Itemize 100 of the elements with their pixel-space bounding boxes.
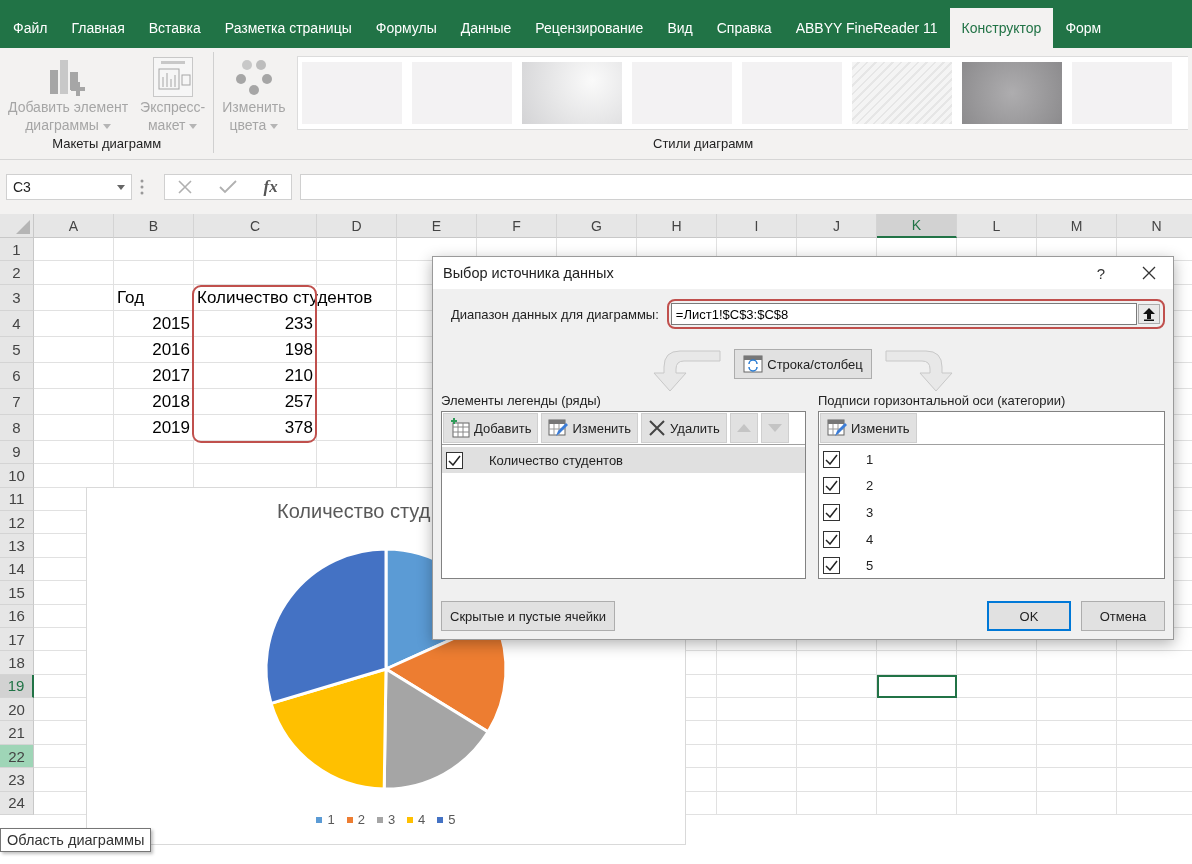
- ribbon-tab[interactable]: ABBYY FineReader 11: [783, 8, 950, 48]
- row-header[interactable]: 1: [0, 238, 34, 262]
- checkbox[interactable]: [822, 530, 840, 548]
- cancel-icon[interactable]: [178, 180, 193, 194]
- column-header[interactable]: K: [877, 214, 957, 238]
- layout-icon: [152, 57, 193, 97]
- row-header[interactable]: 14: [0, 557, 34, 582]
- palette-icon: [234, 59, 273, 95]
- toolbar-button[interactable]: Изменить: [541, 413, 639, 443]
- row-header[interactable]: 4: [0, 310, 34, 337]
- checkbox[interactable]: [822, 557, 840, 575]
- help-button[interactable]: ?: [1077, 257, 1125, 289]
- column-header[interactable]: I: [717, 214, 797, 238]
- row-header[interactable]: 6: [0, 362, 34, 389]
- row-header[interactable]: 22: [0, 744, 34, 769]
- column-header[interactable]: L: [957, 214, 1037, 238]
- swap-icon: [743, 355, 764, 373]
- legend-item: 5: [437, 812, 456, 827]
- list-item[interactable]: Количество студентов: [442, 447, 805, 473]
- style-thumbnail[interactable]: [522, 62, 623, 124]
- ribbon-tab[interactable]: Справка: [704, 8, 784, 48]
- grip-icon: [140, 179, 144, 195]
- toolbar-button[interactable]: Добавить: [443, 413, 539, 443]
- group-label: Стили диаграмм: [652, 136, 755, 153]
- row-header[interactable]: 9: [0, 440, 34, 465]
- ribbon-tab[interactable]: Вставка: [136, 8, 213, 48]
- list-item[interactable]: 2: [818, 473, 1164, 499]
- caret-icon: [102, 123, 111, 129]
- column-header[interactable]: G: [557, 214, 637, 238]
- tooltip: Область диаграммы: [0, 828, 152, 852]
- ribbon-tab[interactable]: Файл: [1, 8, 60, 48]
- checkbox[interactable]: [446, 451, 463, 469]
- row-header[interactable]: 20: [0, 698, 34, 722]
- ok-button[interactable]: OK: [987, 601, 1071, 631]
- column-header[interactable]: H: [637, 214, 717, 238]
- column-header[interactable]: C: [194, 214, 317, 238]
- name-box[interactable]: C3: [6, 174, 132, 200]
- row-header[interactable]: 10: [0, 464, 34, 488]
- column-header[interactable]: M: [1037, 214, 1117, 238]
- row-header[interactable]: 16: [0, 604, 34, 628]
- caret-icon: [270, 123, 279, 129]
- column-header[interactable]: E: [397, 214, 477, 238]
- ribbon-tab[interactable]: Главная: [59, 8, 137, 48]
- ribbon-tab[interactable]: Разметка страницы: [212, 8, 364, 48]
- row-header[interactable]: 23: [0, 768, 34, 792]
- row-header[interactable]: 5: [0, 336, 34, 363]
- column-header[interactable]: A: [34, 214, 114, 238]
- row-header[interactable]: 13: [0, 534, 34, 558]
- formula-input[interactable]: [300, 174, 1192, 200]
- column-header[interactable]: D: [317, 214, 397, 238]
- checkbox[interactable]: [822, 450, 840, 468]
- row-header[interactable]: 24: [0, 791, 34, 816]
- list-item[interactable]: 3: [818, 500, 1164, 525]
- cancel-button[interactable]: Отмена: [1081, 601, 1165, 631]
- ribbon-tab[interactable]: Формулы: [363, 8, 449, 48]
- ribbon-tab[interactable]: Рецензирование: [523, 8, 656, 48]
- up-arrow-icon: [736, 424, 751, 432]
- row-header[interactable]: 3: [0, 284, 34, 311]
- check-icon[interactable]: [218, 180, 237, 194]
- select-all-icon[interactable]: [16, 220, 30, 234]
- row-header[interactable]: 21: [0, 721, 34, 745]
- row-header[interactable]: 19: [0, 674, 34, 699]
- close-icon: [648, 419, 667, 437]
- switch-row-column-button[interactable]: Строка/столбец: [734, 349, 872, 379]
- ribbon-tab[interactable]: Форм: [1053, 8, 1114, 48]
- style-thumbnail[interactable]: [962, 62, 1063, 124]
- table-plus-icon: [450, 418, 470, 438]
- ribbon-tab[interactable]: Данные: [448, 8, 524, 48]
- row-header[interactable]: 12: [0, 510, 34, 535]
- style-thumbnail[interactable]: [852, 62, 953, 124]
- row-header[interactable]: 17: [0, 627, 34, 652]
- column-header[interactable]: B: [114, 214, 194, 238]
- list-item[interactable]: 1: [818, 447, 1164, 472]
- row-header[interactable]: 7: [0, 388, 34, 415]
- panel-label: Подписи горизонтальной оси (категории): [817, 393, 1067, 408]
- list-item[interactable]: 4: [818, 526, 1164, 552]
- checkbox[interactable]: [822, 477, 840, 495]
- checkbox[interactable]: [822, 504, 840, 521]
- ribbon-tab[interactable]: Конструктор: [949, 8, 1054, 48]
- list-item[interactable]: 5: [818, 553, 1164, 578]
- table-pencil-icon: [548, 418, 569, 438]
- upload-arrow-icon[interactable]: [1143, 307, 1155, 321]
- row-header[interactable]: 15: [0, 581, 34, 605]
- ribbon-tab[interactable]: Вид: [655, 8, 705, 48]
- table-pencil-icon: [826, 418, 847, 438]
- insert-function-button[interactable]: fx: [263, 177, 278, 197]
- toolbar-button[interactable]: Удалить: [641, 413, 727, 443]
- row-header[interactable]: 2: [0, 261, 34, 285]
- range-field[interactable]: =Лист1!$C$3:$C$8: [666, 299, 1165, 329]
- hidden-cells-button[interactable]: Скрытые и пустые ячейки: [441, 601, 615, 631]
- column-header[interactable]: J: [797, 214, 877, 238]
- row-header[interactable]: 8: [0, 414, 34, 441]
- row-header[interactable]: 18: [0, 651, 34, 675]
- column-header[interactable]: F: [477, 214, 557, 238]
- row-header[interactable]: 11: [0, 487, 34, 511]
- chart-title: Количество студ: [277, 500, 431, 523]
- column-header[interactable]: N: [1117, 214, 1192, 238]
- group-label: Макеты диаграмм: [51, 136, 163, 153]
- toolbar-button[interactable]: Изменить: [819, 413, 917, 443]
- chart-plus-icon: [50, 58, 87, 96]
